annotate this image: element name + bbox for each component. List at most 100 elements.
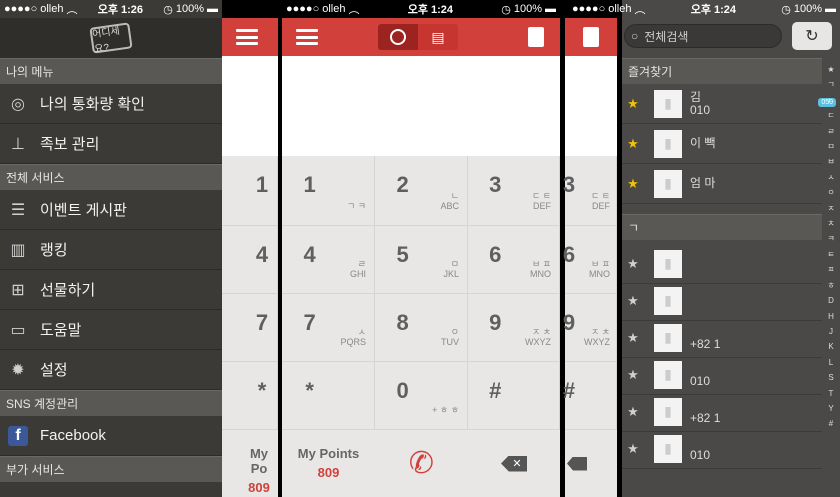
contact-row[interactable]: ★ ▮ 김 010	[622, 84, 822, 124]
key-digit: #	[489, 378, 502, 403]
index-letter[interactable]: J	[824, 324, 838, 339]
contact-row[interactable]: ★ ▮ 엄 마	[622, 164, 822, 204]
index-letter[interactable]: ㅂ	[824, 154, 838, 169]
index-letter[interactable]: L	[824, 355, 838, 370]
dial-key[interactable]: 4	[222, 226, 278, 294]
index-letter[interactable]: ㅋ	[824, 231, 838, 246]
dial-key-4[interactable]: 4 ㄹ GHI	[282, 226, 375, 294]
menu-item-gift[interactable]: ⊞ 선물하기	[0, 270, 222, 310]
index-letter[interactable]: K	[824, 339, 838, 354]
contacts-book-icon[interactable]	[528, 27, 544, 47]
top-bar-partial	[565, 18, 617, 56]
star-icon[interactable]: ★	[622, 367, 644, 383]
index-letter[interactable]: ★	[824, 62, 838, 77]
key-digit: 6	[489, 242, 502, 267]
wifi-icon: ︵	[348, 4, 360, 16]
key-letters: + ㅎ ㅎ	[432, 405, 459, 415]
index-letter[interactable]: Y	[824, 401, 838, 416]
key-letters: ㄹ GHI	[349, 259, 366, 279]
star-icon[interactable]: ★	[622, 441, 644, 457]
call-button[interactable]: ✆	[375, 430, 468, 497]
app-logo: 어디세요?	[0, 18, 222, 58]
menu-item-ranking[interactable]: ▥ 랭킹	[0, 230, 222, 270]
search-input[interactable]: ○ 전체검색	[624, 24, 782, 48]
index-letter[interactable]: S	[824, 370, 838, 385]
contacts-book-icon[interactable]	[583, 27, 599, 47]
star-icon[interactable]: ★	[622, 404, 644, 420]
star-icon[interactable]: ★	[622, 256, 644, 272]
dial-key-3[interactable]: 3 ㄷ ㅌ DEF	[468, 156, 560, 226]
phone-mode-tab[interactable]	[378, 24, 418, 50]
dial-key-6[interactable]: 6 ㅂ ㅍ MNO	[563, 226, 617, 294]
avatar: ▮	[654, 323, 682, 352]
star-icon[interactable]: ★	[622, 136, 644, 152]
dial-key-0[interactable]: 0 + ㅎ ㅎ	[375, 362, 468, 430]
star-icon[interactable]: ★	[622, 96, 644, 112]
dial-key-7[interactable]: 7 ㅅ PQRS	[282, 294, 375, 362]
dial-key[interactable]: 7	[222, 294, 278, 362]
contact-row[interactable]: ★ ▮ 이 빽	[622, 124, 822, 164]
contact-row[interactable]: ★ ▮ 010	[622, 355, 822, 395]
my-points[interactable]: My Points 809	[282, 446, 375, 480]
dial-key[interactable]: 1	[222, 156, 278, 226]
contact-row[interactable]: ★ ▮	[622, 244, 822, 284]
index-letter[interactable]: ㅎ	[824, 278, 838, 293]
dial-key-3[interactable]: 3 ㄷ ㅌ DEF	[563, 156, 617, 226]
dial-key-8[interactable]: 8 ㅇ TUV	[375, 294, 468, 362]
dial-key[interactable]: *	[222, 362, 278, 430]
index-letter[interactable]: ㅅ	[824, 170, 838, 185]
dial-key-9[interactable]: 9 ㅈ ㅊ WXYZ	[468, 294, 560, 362]
hamburger-icon[interactable]	[296, 29, 318, 45]
contact-row[interactable]: ★ ▮ +82 1	[622, 318, 822, 358]
index-letter[interactable]: ㅊ	[824, 216, 838, 231]
keypad-partial: 1 4 7 * My Po 809	[222, 156, 278, 497]
menu-item-label: 도움말	[40, 322, 82, 339]
backspace-button[interactable]: ✕	[468, 430, 560, 497]
menu-item-facebook[interactable]: f Facebook	[0, 416, 222, 456]
dial-key-2[interactable]: 2 ㄴ ABC	[375, 156, 468, 226]
message-mode-tab[interactable]: ▤	[418, 24, 458, 50]
dial-key-#[interactable]: #	[563, 362, 617, 430]
index-letter[interactable]: ㄴ	[824, 93, 838, 108]
index-letter[interactable]: ㅍ	[824, 262, 838, 277]
menu-item-help[interactable]: ▭ 도움말	[0, 310, 222, 350]
side-menu-panel: ●●●●○ olleh ︵ 오후 1:26 ◷ 100% ▬ 어디세요? 나의 메뉴 ◎…	[0, 0, 222, 497]
dial-key-9[interactable]: 9 ㅈ ㅊ WXYZ	[563, 294, 617, 362]
index-letter[interactable]: ㅈ	[824, 201, 838, 216]
chat-icon: ▤	[431, 28, 445, 45]
key-digit: *	[305, 378, 314, 403]
signal-icon: ●●●●○	[4, 3, 38, 15]
star-icon[interactable]: ★	[622, 176, 644, 192]
alarm-icon: ◷	[501, 3, 511, 16]
index-letter[interactable]: H	[824, 309, 838, 324]
dial-key-1[interactable]: 1 ㄱ ㅋ	[282, 156, 375, 226]
dial-key-*[interactable]: *	[282, 362, 375, 430]
index-scrollbar[interactable]: ★ ㄱㄴㄷㄹㅁㅂㅅㅇㅈㅊㅋㅌㅍㅎ D H J K L S T Y #	[824, 62, 838, 432]
menu-item-settings[interactable]: ✹ 설정	[0, 350, 222, 390]
index-letter[interactable]: T	[824, 386, 838, 401]
gift-icon: ⊞	[11, 281, 25, 299]
index-letter[interactable]: ㄱ	[824, 77, 838, 92]
contact-row[interactable]: ★ ▮ +82 1	[622, 392, 822, 432]
index-letter[interactable]: #	[824, 416, 838, 431]
index-letter[interactable]: ㅇ	[824, 185, 838, 200]
backspace-button[interactable]	[565, 430, 617, 497]
index-letter[interactable]: ㄹ	[824, 124, 838, 139]
menu-item-call-usage[interactable]: ◎ 나의 통화량 확인	[0, 84, 222, 124]
menu-item-family-tree[interactable]: ⊥ 족보 관리	[0, 124, 222, 164]
contact-row[interactable]: ★ ▮	[622, 281, 822, 321]
star-icon[interactable]: ★	[622, 293, 644, 309]
dial-key-5[interactable]: 5 ㅁ JKL	[375, 226, 468, 294]
contact-row[interactable]: ★ ▮ 010	[622, 429, 822, 469]
index-letter[interactable]: ㄷ	[824, 108, 838, 123]
menu-item-events[interactable]: ☰ 이벤트 게시판	[0, 190, 222, 230]
contact-name: +82 1	[690, 336, 721, 351]
index-letter[interactable]: ㅌ	[824, 247, 838, 262]
dial-key-#[interactable]: #	[468, 362, 560, 430]
dial-key-6[interactable]: 6 ㅂ ㅍ MNO	[468, 226, 560, 294]
index-letter[interactable]: ㅁ	[824, 139, 838, 154]
hamburger-icon[interactable]	[236, 29, 258, 45]
refresh-button[interactable]: ↻	[792, 22, 832, 50]
index-letter[interactable]: D	[824, 293, 838, 308]
star-icon[interactable]: ★	[622, 330, 644, 346]
